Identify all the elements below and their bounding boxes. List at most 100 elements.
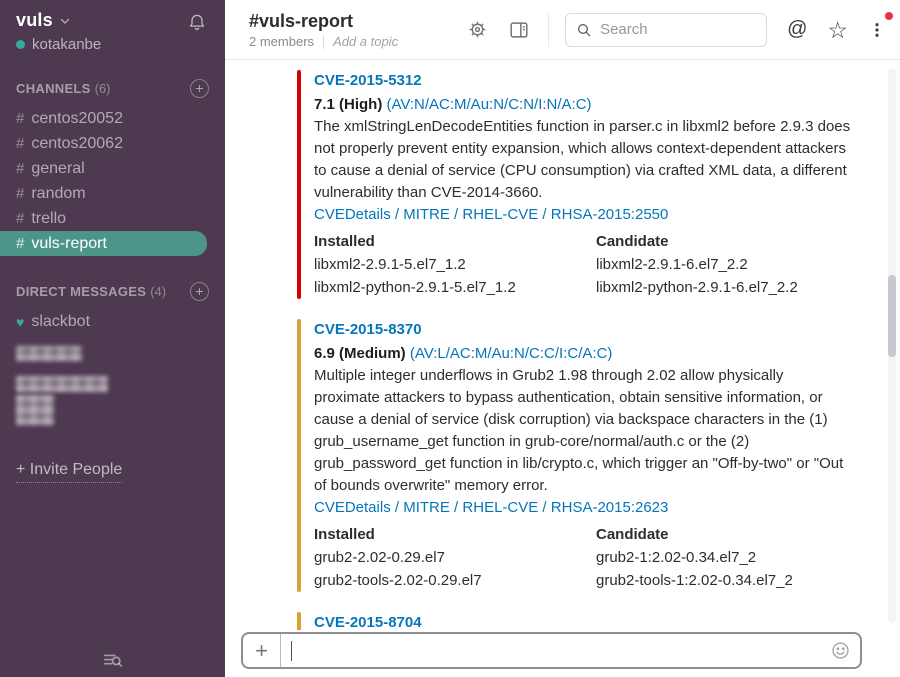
channels-section-header: CHANNELS (6) + [0,79,225,98]
sidebar-item-centos20062[interactable]: #centos20062 [0,131,225,156]
chevron-down-icon [59,15,71,27]
field-value: libxml2-python-2.9.1-5.el7_1.2 [314,276,596,299]
link-separator: / [538,499,551,516]
dm-item-slackbot[interactable]: ♥ slackbot [0,309,225,334]
link-separator: / [450,206,463,223]
attach-plus-icon[interactable]: + [243,634,281,667]
notifications-bell-icon[interactable] [187,12,207,32]
reference-link[interactable]: RHSA-2015:2550 [551,206,669,223]
message-attachment: CVE-2015-53127.1 (High) (AV:N/AC:M/Au:N/… [297,70,860,299]
reference-link[interactable]: RHEL-CVE [462,206,538,223]
attachment-fields: Installedgrub2-2.02-0.29.el7grub2-tools-… [314,524,853,592]
sidebar-item-vuls-report[interactable]: # vuls-report [0,231,207,256]
channel-title: #vuls-report [249,10,398,32]
cvss-vector-link[interactable]: (AV:N/AC:M/Au:N/C:N/I:N/A:C) [387,96,592,113]
field-value: grub2-2.02-0.29.el7 [314,546,596,569]
reference-links: CVEDetails / MITRE / RHEL-CVE / RHSA-201… [314,497,853,519]
scrollbar-thumb[interactable] [888,275,896,357]
reference-link[interactable]: CVEDetails [314,499,391,516]
message-input[interactable] [281,634,830,667]
link-separator: / [538,206,551,223]
show-details-icon[interactable] [508,19,530,41]
dm-count: (4) [150,284,166,299]
field-title: Candidate [596,524,853,546]
redacted-name-blob [16,376,108,392]
scrollbar-track[interactable] [888,68,896,623]
username: kotakanbe [32,36,101,53]
attachment-content: CVE-2015-8704 [301,612,422,630]
cve-description: The xmlStringLenDecodeEntities function … [314,116,853,204]
dm-label: DIRECT MESSAGES [16,284,146,299]
field-column: Candidategrub2-1:2.02-0.34.el7_2grub2-to… [596,524,853,592]
hash-icon: # [16,235,24,252]
reference-link[interactable]: RHSA-2015:2623 [551,499,669,516]
field-value: grub2-tools-1:2.02-0.34.el7_2 [596,569,853,592]
add-dm-icon[interactable]: + [190,282,209,301]
dm-item-redacted[interactable] [0,334,225,425]
composer-area: + [225,630,900,677]
add-channel-icon[interactable]: + [190,79,209,98]
slack-app: vuls kotakanbe CHANNELS (6) + #centos200… [0,0,900,677]
sidebar-item-centos20052[interactable]: #centos20052 [0,106,225,131]
user-presence[interactable]: kotakanbe [16,36,209,53]
reference-link[interactable]: MITRE [403,206,450,223]
field-column: Installedlibxml2-2.9.1-5.el7_1.2libxml2-… [314,231,596,299]
channel-name: trello [31,210,66,228]
cve-title-link[interactable]: CVE-2015-8370 [314,319,853,341]
mentions-icon[interactable]: @ [787,18,807,41]
reference-link[interactable]: RHEL-CVE [462,499,538,516]
severity-text: 7.1 (High) [314,96,382,113]
channels-count: (6) [95,81,111,96]
reference-link[interactable]: CVEDetails [314,206,391,223]
text-caret [291,641,292,661]
message-composer: + [241,632,862,669]
cvss-vector-link[interactable]: (AV:L/AC:M/Au:N/C:C/I:C/A:C) [410,345,613,362]
sidebar: vuls kotakanbe CHANNELS (6) + #centos200… [0,0,225,677]
severity-line: 6.9 (Medium) (AV:L/AC:M/Au:N/C:C/I:C/A:C… [314,343,853,365]
search-input[interactable]: Search [565,13,767,47]
reference-link[interactable]: MITRE [403,499,450,516]
hash-icon: # [16,110,24,127]
link-separator: / [450,499,463,516]
member-count[interactable]: 2 members [249,34,314,49]
emoji-smiley-icon[interactable] [830,640,851,661]
channel-header: #vuls-report 2 members Add a topic [225,0,900,60]
link-separator: / [391,206,404,223]
sidebar-item-general[interactable]: #general [0,156,225,181]
presence-dot-icon [16,40,25,49]
field-value: libxml2-2.9.1-6.el7_2.2 [596,253,853,276]
field-title: Installed [314,231,596,253]
cve-title-link[interactable]: CVE-2015-8704 [314,612,422,630]
channels-label: CHANNELS [16,81,91,96]
main-panel: #vuls-report 2 members Add a topic [225,0,900,677]
workspace-menu[interactable]: vuls [16,10,209,31]
attachment-content: CVE-2015-83706.9 (Medium) (AV:L/AC:M/Au:… [301,319,853,592]
severity-text: 6.9 (Medium) [314,345,406,362]
search-placeholder: Search [600,21,648,38]
starred-items-icon[interactable]: ☆ [827,20,848,40]
field-column: Candidatelibxml2-2.9.1-6.el7_2.2libxml2-… [596,231,853,299]
sidebar-item-random[interactable]: # random [0,181,225,206]
notification-dot [885,12,893,20]
attachment-content: CVE-2015-53127.1 (High) (AV:N/AC:M/Au:N/… [301,70,853,299]
message-list: CVE-2015-53127.1 (High) (AV:N/AC:M/Au:N/… [225,60,900,630]
link-separator: / [391,499,404,516]
search-list-icon[interactable] [102,649,124,671]
hash-icon: # [16,135,24,152]
hash-icon: # [16,160,24,177]
channel-name: vuls-report [31,235,107,253]
cve-title-link[interactable]: CVE-2015-5312 [314,70,853,92]
invite-people-button[interactable]: + Invite People [16,461,122,483]
message-attachment: CVE-2015-8704 [297,612,860,630]
cve-description: Multiple integer underflows in Grub2 1.9… [314,365,853,497]
severity-line: 7.1 (High) (AV:N/AC:M/Au:N/C:N/I:N/A:C) [314,94,853,116]
more-options-kebab-icon[interactable] [868,20,886,40]
channel-list: #centos20052#centos20062#general#random#… [0,106,225,256]
channel-name: random [31,185,85,203]
redacted-name-blob [16,346,82,361]
sidebar-item-trello[interactable]: #trello [0,206,225,231]
field-column: Installedgrub2-2.02-0.29.el7grub2-tools-… [314,524,596,592]
hash-icon: # [16,185,24,202]
gear-icon[interactable] [467,19,488,40]
add-topic-button[interactable]: Add a topic [333,34,398,49]
